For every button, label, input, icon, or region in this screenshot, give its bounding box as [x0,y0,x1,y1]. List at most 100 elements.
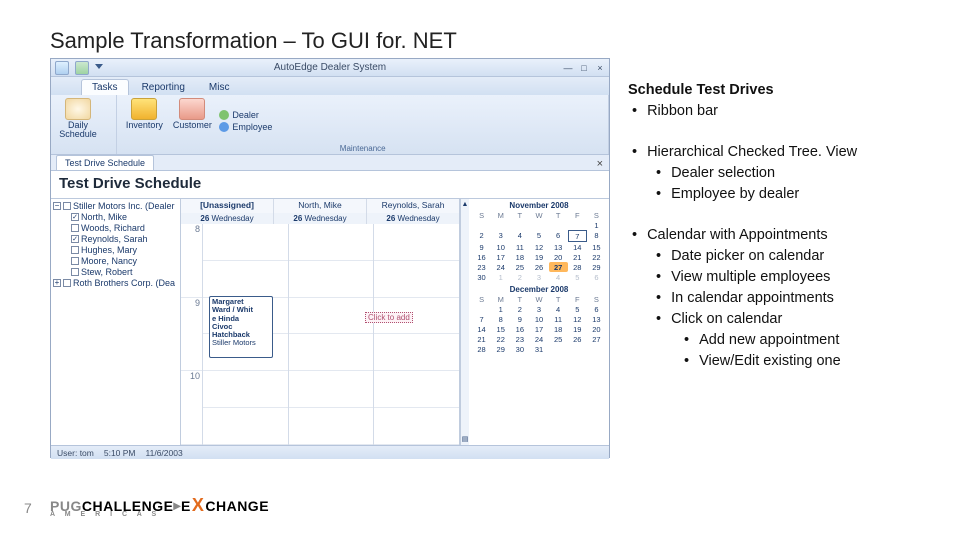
calendar-day[interactable] [568,220,587,230]
calendar-day[interactable]: 25 [549,334,568,344]
tree-item[interactable]: Moore, Nancy [53,256,178,266]
calendar-day[interactable]: 11 [549,314,568,324]
arrow-up-icon[interactable]: ▲ [462,201,469,208]
calendar-day[interactable]: 12 [529,242,548,252]
checkbox[interactable]: ✓ [71,213,79,221]
calendar-day[interactable]: 2 [472,230,491,242]
calendar-day[interactable]: 7 [472,314,491,324]
tree-root-stiller[interactable]: − Stiller Motors Inc. (Dealer [53,201,178,211]
calendar-day[interactable]: 1 [491,304,510,314]
schedule-body[interactable]: 8910 Margaret Ward / Whit e Hinda Civoc … [181,224,459,445]
calendar-day[interactable]: 27 [549,262,568,272]
calendar-day[interactable]: 27 [587,334,606,344]
calendar-month-dec[interactable]: December 2008 SMTWTFS1234567891011121314… [472,285,606,355]
checkbox[interactable] [63,202,71,210]
calendar-day[interactable] [472,304,491,314]
calendar-day[interactable]: 9 [510,314,529,324]
tree-root-roth[interactable]: + Roth Brothers Corp. (Dea [53,278,178,288]
calendar-day[interactable]: 26 [568,334,587,344]
calendar-day[interactable]: 30 [510,344,529,354]
calendar-day[interactable]: 2 [510,272,529,282]
calendar-day[interactable] [549,220,568,230]
schedule-cell[interactable] [203,408,288,445]
splitter-icon[interactable]: ▤ [462,435,469,443]
click-to-add[interactable]: Click to add [365,312,413,323]
calendar-day[interactable]: 4 [549,272,568,282]
maximize-button[interactable]: □ [579,63,589,73]
calendar-day[interactable] [568,344,587,354]
calendar-day[interactable]: 2 [510,304,529,314]
calendar-day[interactable] [491,220,510,230]
employee-button[interactable]: Employee [219,122,272,132]
calendar-day[interactable]: 3 [529,304,548,314]
tree-item[interactable]: Woods, Richard [53,223,178,233]
schedule-cell[interactable] [374,408,459,445]
schedule-cell[interactable] [289,334,374,371]
calendar-day[interactable]: 21 [568,252,587,262]
calendar-day[interactable]: 16 [510,324,529,334]
ribbon-tab-misc[interactable]: Misc [198,79,241,95]
schedule-cell[interactable] [289,261,374,298]
calendar-day[interactable]: 20 [549,252,568,262]
checkbox[interactable] [71,224,79,232]
expand-icon[interactable]: + [53,279,61,287]
tree-item[interactable]: ✓Reynolds, Sarah [53,234,178,244]
calendar-day[interactable]: 19 [568,324,587,334]
schedule-column[interactable] [288,224,374,445]
calendar-day[interactable]: 28 [568,262,587,272]
dealer-tree[interactable]: − Stiller Motors Inc. (Dealer ✓North, Mi… [51,199,181,445]
calendar-day[interactable]: 15 [491,324,510,334]
schedule-cell[interactable] [289,371,374,408]
minimize-button[interactable]: — [563,63,573,73]
checkbox[interactable] [71,246,79,254]
calendar-day[interactable] [529,220,548,230]
subtab-close-icon[interactable]: × [597,158,609,170]
calendar-day[interactable]: 24 [491,262,510,272]
subtab-testdrive[interactable]: Test Drive Schedule [56,155,154,170]
calendar-month-nov[interactable]: November 2008 SMTWTFS1234567891011121314… [472,201,606,282]
customer-button[interactable]: Customer [171,98,213,143]
daily-schedule-button[interactable]: Daily Schedule [57,98,99,143]
calendar-day[interactable]: 5 [568,272,587,282]
calendar-day[interactable]: 30 [472,272,491,282]
calendar-day[interactable]: 19 [529,252,548,262]
schedule-scrollbar[interactable]: ▲ ▤ [460,199,469,445]
calendar-day[interactable]: 5 [529,230,548,242]
schedule-cell[interactable] [374,371,459,408]
tree-item[interactable]: Hughes, Mary [53,245,178,255]
calendar-day[interactable]: 17 [529,324,548,334]
calendar-day[interactable]: 23 [510,334,529,344]
calendar-day[interactable]: 5 [568,304,587,314]
calendar-day[interactable] [549,344,568,354]
schedule-cell[interactable] [374,261,459,298]
calendar-day[interactable]: 16 [472,252,491,262]
collapse-icon[interactable]: − [53,202,61,210]
calendar-day[interactable]: 15 [587,242,606,252]
calendar-day[interactable]: 10 [529,314,548,324]
calendar-day[interactable]: 3 [529,272,548,282]
calendar-day[interactable] [472,220,491,230]
calendar-day[interactable]: 24 [529,334,548,344]
calendar-day[interactable]: 13 [549,242,568,252]
calendar-day[interactable]: 6 [587,304,606,314]
checkbox[interactable] [71,268,79,276]
calendar-day[interactable]: 28 [472,344,491,354]
calendar-day[interactable]: 14 [472,324,491,334]
calendar-day[interactable]: 20 [587,324,606,334]
calendar-day[interactable]: 26 [529,262,548,272]
qat-icon[interactable] [75,61,89,75]
schedule-cell[interactable] [203,224,288,261]
schedule-column-header[interactable]: Reynolds, Sarah [366,199,459,213]
calendar-day[interactable]: 18 [510,252,529,262]
calendar-day[interactable]: 6 [549,230,568,242]
calendar-day[interactable]: 12 [568,314,587,324]
schedule-cell[interactable] [374,334,459,371]
chevron-down-icon[interactable] [95,64,103,72]
inventory-button[interactable]: Inventory [123,98,165,143]
calendar-day[interactable]: 18 [549,324,568,334]
calendar-day[interactable]: 8 [491,314,510,324]
calendar-day[interactable]: 31 [529,344,548,354]
calendar-day[interactable]: 11 [510,242,529,252]
schedule-cell[interactable] [374,224,459,261]
calendar-day[interactable] [472,354,491,355]
